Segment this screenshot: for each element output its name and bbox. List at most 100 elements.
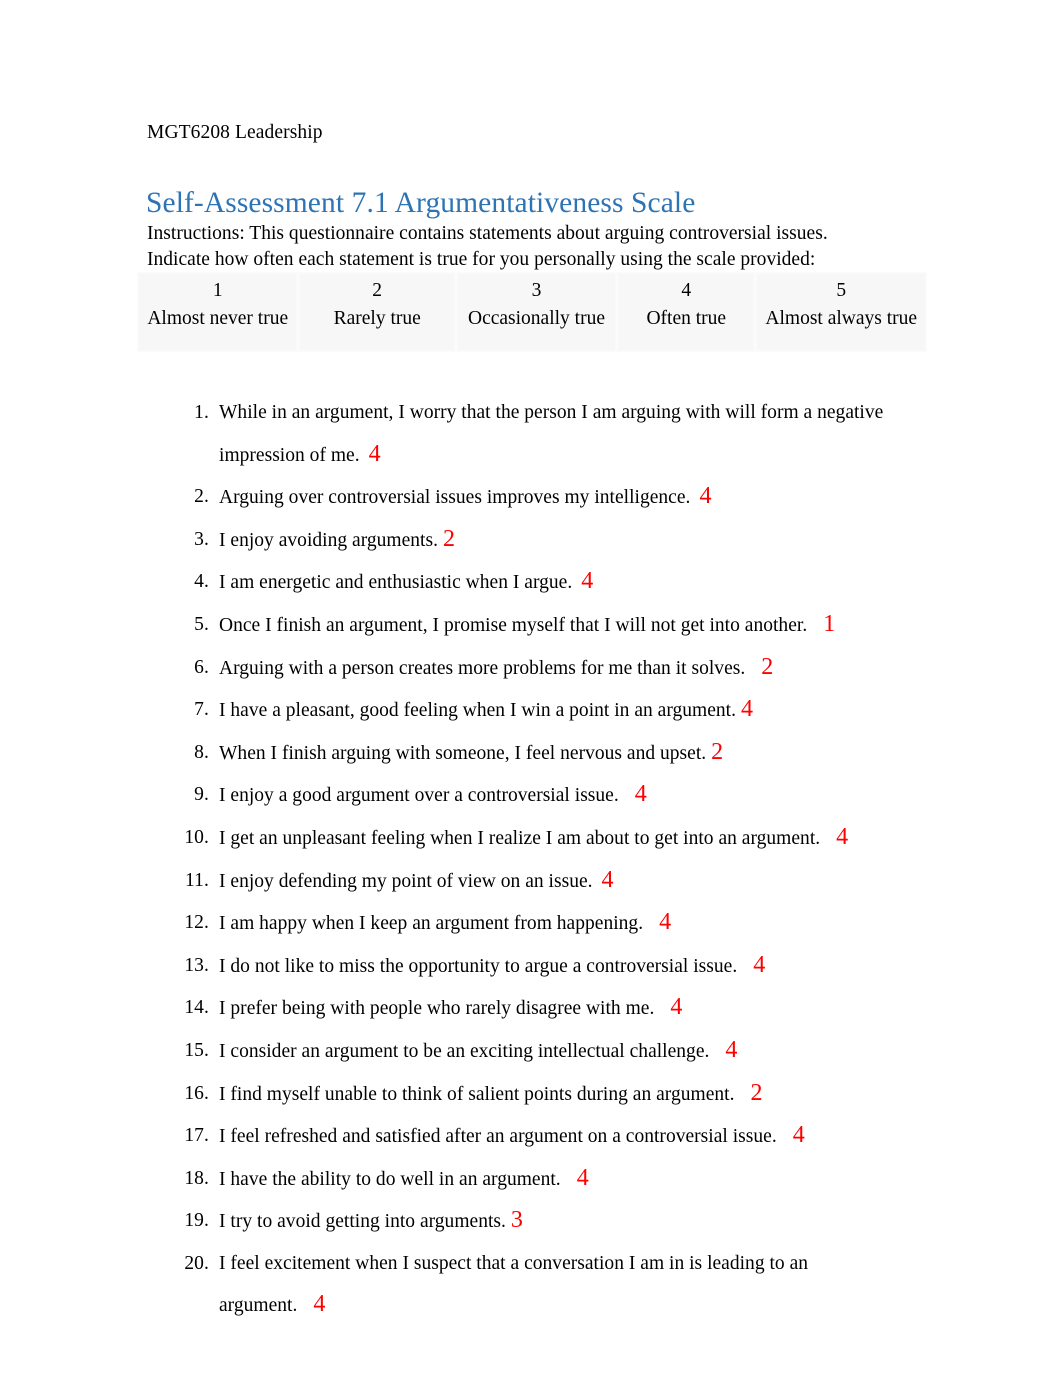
scale-number: 2 <box>372 280 383 301</box>
question-body: I have the ability to do well in an argu… <box>219 1158 589 1201</box>
question-number: 16. <box>184 1082 209 1104</box>
scale-cell-5: 5 Almost always true <box>755 272 927 352</box>
question-item: 20. I feel excitement when I suspect that… <box>0 1243 1062 1327</box>
question-answer[interactable]: 4 <box>593 867 614 893</box>
question-body: I prefer being with people who rarely di… <box>219 987 682 1030</box>
question-body: I am energetic and enthusiastic when I a… <box>219 561 593 604</box>
question-answer[interactable]: 1 <box>807 611 835 637</box>
question-item: 4. I am energetic and enthusiastic when I… <box>0 561 1062 604</box>
question-answer[interactable]: 4 <box>654 994 682 1020</box>
question-text: I find myself unable to think of salient… <box>219 1083 735 1105</box>
question-answer[interactable]: 4 <box>643 909 671 935</box>
question-item: 19. I try to avoid getting into arguments… <box>0 1200 1062 1243</box>
question-text: I consider an argument to be an exciting… <box>219 1040 710 1062</box>
question-answer[interactable]: 4 <box>360 441 381 467</box>
question-text: I prefer being with people who rarely di… <box>219 998 655 1020</box>
question-number: 19. <box>184 1210 209 1232</box>
question-number: 5. <box>194 613 209 635</box>
question-body: Once I finish an argument, I promise mys… <box>219 604 835 647</box>
question-item: 12. I am happy when I keep an argument fr… <box>0 902 1062 945</box>
question-answer[interactable]: 4 <box>297 1291 325 1317</box>
scale-number: 4 <box>681 280 692 301</box>
question-answer[interactable]: 3 <box>506 1207 523 1233</box>
question-item: 17. I feel refreshed and satisfied after … <box>0 1115 1062 1158</box>
scale-cell-4: 4 Often true <box>617 272 756 352</box>
question-text: I am happy when I keep an argument from … <box>219 913 644 935</box>
scale-number: 1 <box>212 280 223 301</box>
question-answer[interactable]: 4 <box>619 781 647 807</box>
question-item: 3. I enjoy avoiding arguments. 2 <box>0 519 1062 562</box>
question-answer[interactable]: 4 <box>709 1037 737 1063</box>
question-item: 13. I do not like to miss the opportunity… <box>0 945 1062 988</box>
question-text: I do not like to miss the opportunity to… <box>219 955 738 977</box>
question-number: 20. <box>184 1252 209 1274</box>
scale-cell-3: 3 Occasionally true <box>455 272 618 352</box>
question-number: 8. <box>194 741 209 763</box>
question-answer[interactable]: 4 <box>736 696 753 722</box>
table-row: 1 Almost never true 2 Rarely true 3 Occa… <box>137 272 927 352</box>
question-text: I enjoy a good argument over a controver… <box>219 785 619 807</box>
scale-label: Often true <box>646 308 727 329</box>
question-number: 14. <box>184 997 209 1019</box>
question-answer[interactable]: 2 <box>706 739 723 765</box>
question-text: While in an argument, I worry that the p… <box>219 402 884 466</box>
question-body: I have a pleasant, good feeling when I w… <box>219 689 753 732</box>
question-item: 7. I have a pleasant, good feeling when I… <box>0 689 1062 732</box>
question-item: 5. Once I finish an argument, I promise m… <box>0 604 1062 647</box>
question-answer[interactable]: 4 <box>690 483 711 509</box>
question-answer[interactable]: 2 <box>745 654 773 680</box>
question-item: 8. When I finish arguing with someone, I … <box>0 732 1062 775</box>
question-answer[interactable]: 4 <box>561 1165 589 1191</box>
scale-label: Almost always true <box>765 308 918 329</box>
scale-label: Almost never true <box>147 308 289 329</box>
question-item: 9. I enjoy a good argument over a controv… <box>0 774 1062 817</box>
question-number: 11. <box>185 869 209 891</box>
course-line: MGT6208 Leadership <box>147 122 323 143</box>
scale-number: 5 <box>836 280 847 301</box>
question-body: I find myself unable to think of salient… <box>219 1073 762 1116</box>
question-text: Arguing with a person creates more probl… <box>219 657 746 679</box>
question-answer[interactable]: 2 <box>734 1080 762 1106</box>
scale-label: Occasionally true <box>467 308 605 329</box>
question-body: I am happy when I keep an argument from … <box>219 902 671 945</box>
scale-number: 3 <box>531 280 542 301</box>
question-number: 1. <box>194 402 209 423</box>
question-item: 11. I enjoy defending my point of view on… <box>0 860 1062 903</box>
question-item: 2. Arguing over controversial issues impr… <box>0 476 1062 519</box>
question-answer[interactable]: 4 <box>572 568 593 594</box>
rating-scale-table: 1 Almost never true 2 Rarely true 3 Occa… <box>137 272 927 352</box>
question-number: 2. <box>194 486 209 508</box>
question-body: I enjoy avoiding arguments. 2 <box>219 519 455 562</box>
instructions-paragraph: Instructions: This questionnaire contain… <box>147 223 828 270</box>
question-number: 10. <box>184 826 209 848</box>
question-text: I feel refreshed and satisfied after an … <box>219 1126 777 1148</box>
question-number: 3. <box>194 528 209 550</box>
question-number: 6. <box>194 656 209 678</box>
question-body: I feel excitement when I suspect that a … <box>219 1243 889 1327</box>
question-item: 16. I find myself unable to think of sali… <box>0 1073 1062 1116</box>
question-body: I enjoy a good argument over a controver… <box>219 774 647 817</box>
question-number: 18. <box>184 1167 209 1189</box>
question-number: 17. <box>184 1125 209 1147</box>
question-text: I have a pleasant, good feeling when I w… <box>219 700 737 722</box>
question-body: Arguing over controversial issues improv… <box>219 476 711 519</box>
question-text: Arguing over controversial issues improv… <box>219 487 691 509</box>
question-answer[interactable]: 4 <box>737 952 765 978</box>
question-item: 1. While in an argument, I worry that the… <box>0 392 1062 476</box>
question-text: I enjoy avoiding arguments. <box>219 529 438 551</box>
question-text: Once I finish an argument, I promise mys… <box>219 614 808 636</box>
question-body: I enjoy defending my point of view on an… <box>219 860 614 903</box>
question-body: Arguing with a person creates more probl… <box>219 647 773 690</box>
scale-cell-1: 1 Almost never true <box>137 272 299 352</box>
question-answer[interactable]: 4 <box>820 824 848 850</box>
question-answer[interactable]: 2 <box>438 526 455 552</box>
question-body: I feel refreshed and satisfied after an … <box>219 1115 805 1158</box>
question-item: 6. Arguing with a person creates more pro… <box>0 647 1062 690</box>
question-text: I try to avoid getting into arguments. <box>219 1211 506 1233</box>
question-text: I have the ability to do well in an argu… <box>219 1168 561 1190</box>
question-body: I get an unpleasant feeling when I reali… <box>219 817 848 860</box>
question-number: 4. <box>194 571 209 593</box>
question-body: While in an argument, I worry that the p… <box>219 392 909 476</box>
question-list: 1. While in an argument, I worry that the… <box>0 392 1062 1327</box>
question-answer[interactable]: 4 <box>777 1122 805 1148</box>
